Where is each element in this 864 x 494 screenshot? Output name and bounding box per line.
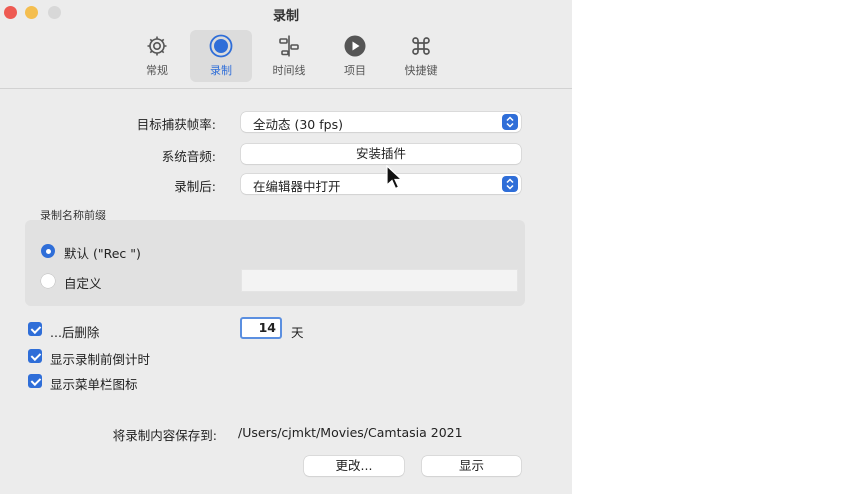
menubar-icon-label: 显示菜单栏图标 <box>50 377 138 392</box>
after-recording-value: 在编辑器中打开 <box>253 179 341 194</box>
play-icon <box>344 35 366 57</box>
change-button[interactable]: 更改... <box>304 456 404 476</box>
frame-rate-label: 目标捕获帧率: <box>136 117 216 132</box>
tab-project[interactable]: 项目 <box>324 30 386 82</box>
countdown-checkbox[interactable] <box>28 349 42 363</box>
title-bar: 录制 <box>0 0 572 28</box>
prefix-group <box>25 220 525 306</box>
tab-label: 快捷键 <box>404 64 438 77</box>
chevron-up-down-icon <box>502 114 518 130</box>
after-recording-label: 录制后: <box>174 179 216 194</box>
frame-rate-popup[interactable]: 全动态 (30 fps) <box>241 112 521 132</box>
countdown-label: 显示录制前倒计时 <box>50 352 151 367</box>
tab-label: 常规 <box>146 64 168 77</box>
timeline-icon <box>279 35 299 57</box>
tab-timeline[interactable]: 时间线 <box>258 30 320 82</box>
delete-after-label: ...后删除 <box>50 325 100 340</box>
save-path: /Users/cjmkt/Movies/Camtasia 2021 <box>238 425 463 440</box>
preferences-toolbar: 常规 录制 时间线 项目 快捷键 <box>0 28 572 86</box>
chevron-up-down-icon <box>502 176 518 192</box>
install-plugin-button[interactable]: 安装插件 <box>241 144 521 164</box>
tab-general[interactable]: 常规 <box>126 30 188 82</box>
custom-prefix-radio[interactable] <box>41 274 55 288</box>
tab-label: 时间线 <box>272 64 306 77</box>
custom-prefix-input[interactable] <box>241 269 518 292</box>
delete-days-input[interactable]: 14 <box>240 317 282 339</box>
command-key-icon <box>412 37 430 55</box>
record-icon <box>209 34 233 58</box>
show-button[interactable]: 显示 <box>422 456 521 476</box>
after-recording-popup[interactable]: 在编辑器中打开 <box>241 174 521 194</box>
mouse-pointer-icon <box>386 165 404 190</box>
tab-recording[interactable]: 录制 <box>190 30 252 82</box>
save-location-label: 将录制内容保存到: <box>112 428 217 443</box>
custom-prefix-label: 自定义 <box>64 276 102 291</box>
tab-label: 录制 <box>210 64 232 77</box>
system-audio-label: 系统音频: <box>161 149 216 164</box>
preferences-window: 录制 常规 录制 时间线 项目 快捷键 目标捕获帧率: 全动态 (30 fps)… <box>0 0 572 494</box>
default-prefix-radio[interactable] <box>41 244 55 258</box>
window-title: 录制 <box>272 9 299 24</box>
menubar-icon-checkbox[interactable] <box>28 374 42 388</box>
delete-after-checkbox[interactable] <box>28 322 42 336</box>
tab-shortcuts[interactable]: 快捷键 <box>390 30 452 82</box>
gear-icon <box>147 36 167 56</box>
frame-rate-value: 全动态 (30 fps) <box>253 117 343 132</box>
tab-label: 项目 <box>344 64 366 77</box>
toolbar-divider <box>0 88 572 89</box>
default-prefix-label: 默认 ("Rec ") <box>64 246 141 261</box>
days-unit-label: 天 <box>291 325 304 340</box>
